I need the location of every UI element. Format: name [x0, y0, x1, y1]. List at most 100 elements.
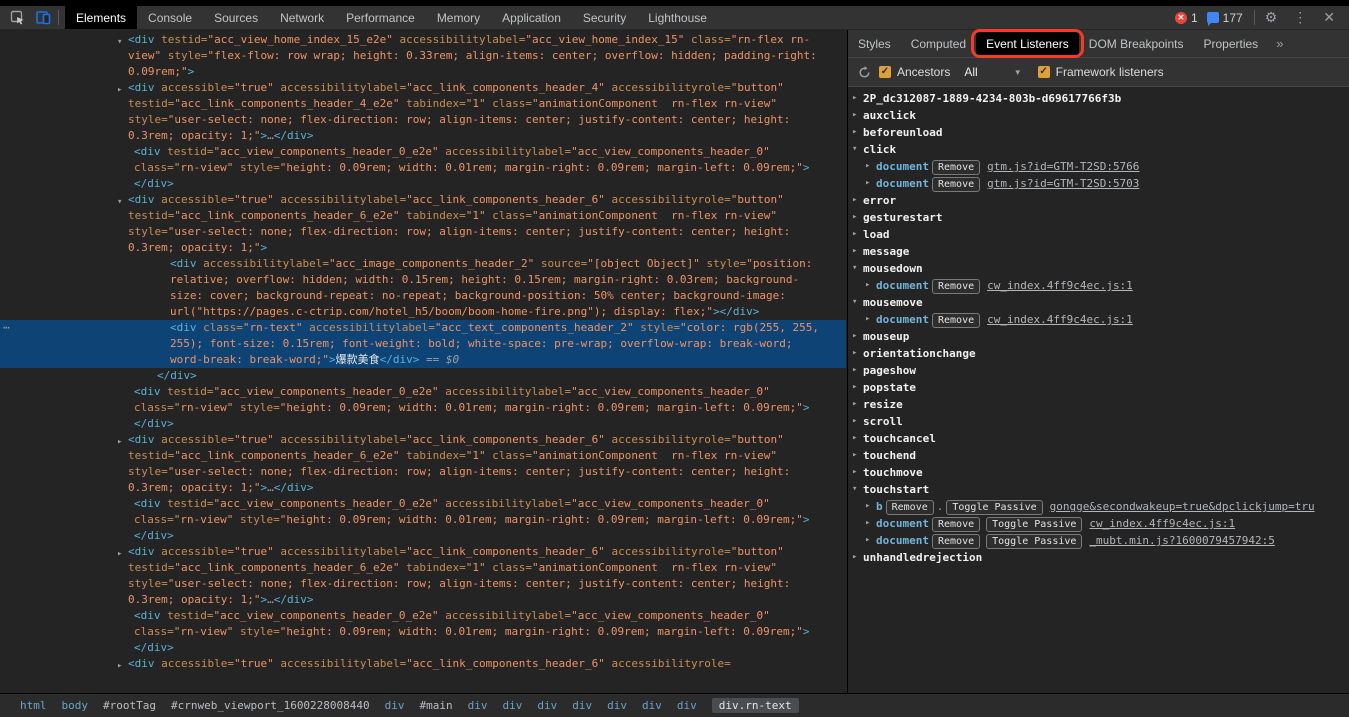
listener-handler[interactable]: ▸documentRemoveToggle Passivecw_index.4f… [848, 515, 1349, 532]
expand-arrow-icon[interactable]: ▸ [117, 82, 122, 98]
expand-arrow-icon[interactable]: ▸ [865, 311, 870, 328]
listener-event-beforeunload[interactable]: ▸beforeunload [848, 124, 1349, 141]
expand-arrow-icon[interactable]: ▸ [852, 379, 857, 396]
listener-event-2p-dc312087-1889-4234-803b-d69617766f3b[interactable]: ▸2P_dc312087-1889-4234-803b-d69617766f3b [848, 90, 1349, 107]
sidebar-tab-properties[interactable]: Properties [1193, 30, 1268, 57]
sidebar-tab-styles[interactable]: Styles [848, 30, 901, 57]
listener-handler[interactable]: ▸documentRemovegtm.js?id=GTM-T2SD:5703 [848, 175, 1349, 192]
dom-node[interactable]: </div> [0, 368, 846, 384]
expand-arrow-icon[interactable]: ▸ [852, 209, 857, 226]
dom-node[interactable]: ▸<div accessible="true" accessibilitylab… [0, 656, 846, 672]
expand-arrow-icon[interactable]: ▸ [852, 447, 857, 464]
settings-gear-icon[interactable]: ⚙ [1257, 9, 1286, 26]
breadcrumb-item[interactable]: div [468, 699, 488, 712]
dom-node[interactable]: <div testid="acc_view_components_header_… [0, 384, 846, 432]
collapse-arrow-icon[interactable]: ▾ [852, 141, 857, 158]
expand-arrow-icon[interactable]: ▸ [117, 658, 122, 674]
error-count-badge[interactable]: ✕ 1 [1175, 11, 1198, 25]
dom-node[interactable]: ▸<div accessible="true" accessibilitylab… [0, 432, 846, 496]
framework-listeners-checkbox[interactable]: ✓ [1038, 66, 1050, 78]
dom-node[interactable]: <div testid="acc_view_components_header_… [0, 144, 846, 192]
remove-button[interactable]: Remove [932, 279, 980, 294]
sidebar-tab-dom-breakpoints[interactable]: DOM Breakpoints [1079, 30, 1194, 57]
breadcrumb-item[interactable]: div [503, 699, 523, 712]
source-link[interactable]: gtm.js?id=GTM-T2SD:5703 [987, 177, 1139, 190]
listener-event-auxclick[interactable]: ▸auxclick [848, 107, 1349, 124]
expand-arrow-icon[interactable]: ▸ [852, 192, 857, 209]
tab-application[interactable]: Application [491, 6, 572, 29]
source-link[interactable]: cw_index.4ff9c4ec.js:1 [987, 279, 1133, 292]
expand-arrow-icon[interactable]: ▸ [865, 532, 870, 549]
dom-node[interactable]: ▸<div accessible="true" accessibilitylab… [0, 544, 846, 608]
dom-node[interactable]: <div accessibilitylabel="acc_image_compo… [0, 256, 846, 320]
expand-arrow-icon[interactable]: ▸ [852, 430, 857, 447]
listener-handler[interactable]: ▸bRemove.Toggle Passivegongge&secondwake… [848, 498, 1349, 515]
remove-button[interactable]: Remove [886, 500, 934, 515]
remove-button[interactable]: Remove [932, 313, 980, 328]
listener-event-click[interactable]: ▾click [848, 141, 1349, 158]
expand-arrow-icon[interactable]: ▸ [852, 90, 857, 107]
listener-event-load[interactable]: ▸load [848, 226, 1349, 243]
breadcrumb-item[interactable]: div [385, 699, 405, 712]
expand-arrow-icon[interactable]: ▸ [852, 396, 857, 413]
source-link[interactable]: _mubt.min.js?1600079457942:5 [1089, 534, 1274, 547]
breadcrumb-item[interactable]: div [642, 699, 662, 712]
collapse-arrow-icon[interactable]: ▾ [852, 294, 857, 311]
expand-arrow-icon[interactable]: ▸ [852, 124, 857, 141]
expand-arrow-icon[interactable]: ▸ [852, 107, 857, 124]
breadcrumb-item[interactable]: div [607, 699, 627, 712]
remove-button[interactable]: Remove [932, 160, 980, 175]
dom-node[interactable]: ▾<div testid="acc_view_home_index_15_e2e… [0, 32, 846, 80]
remove-button[interactable]: Remove [932, 534, 980, 549]
expand-arrow-icon[interactable]: ▸ [852, 549, 857, 566]
collapse-arrow-icon[interactable]: ▾ [852, 260, 857, 277]
tab-elements[interactable]: Elements [65, 6, 137, 29]
breadcrumb-item[interactable]: #main [420, 699, 453, 712]
message-count-badge[interactable]: 177 [1207, 11, 1243, 25]
tab-security[interactable]: Security [572, 6, 637, 29]
dom-node[interactable]: <div testid="acc_view_components_header_… [0, 496, 846, 544]
expand-arrow-icon[interactable]: ▸ [865, 515, 870, 532]
breadcrumb-item[interactable]: div [677, 699, 697, 712]
remove-button[interactable]: Remove [932, 177, 980, 192]
tab-performance[interactable]: Performance [335, 6, 426, 29]
listener-event-error[interactable]: ▸error [848, 192, 1349, 209]
ancestors-checkbox[interactable]: ✓ [879, 66, 891, 78]
listener-event-unhandledrejection[interactable]: ▸unhandledrejection [848, 549, 1349, 566]
expand-arrow-icon[interactable]: ▸ [852, 362, 857, 379]
listener-event-mouseup[interactable]: ▸mouseup [848, 328, 1349, 345]
listener-event-orientationchange[interactable]: ▸orientationchange [848, 345, 1349, 362]
breadcrumb-item[interactable]: #rootTag [103, 699, 156, 712]
inspect-element-icon[interactable] [4, 7, 30, 29]
listener-event-pageshow[interactable]: ▸pageshow [848, 362, 1349, 379]
source-link[interactable]: cw_index.4ff9c4ec.js:1 [1089, 517, 1235, 530]
source-link[interactable]: gtm.js?id=GTM-T2SD:5766 [987, 160, 1139, 173]
tab-sources[interactable]: Sources [203, 6, 269, 29]
source-link[interactable]: cw_index.4ff9c4ec.js:1 [987, 313, 1133, 326]
listener-event-message[interactable]: ▸message [848, 243, 1349, 260]
listener-event-mousedown[interactable]: ▾mousedown [848, 260, 1349, 277]
expand-arrow-icon[interactable]: ▸ [852, 345, 857, 362]
breadcrumb-item[interactable]: body [62, 699, 89, 712]
listener-event-touchend[interactable]: ▸touchend [848, 447, 1349, 464]
refresh-icon[interactable] [858, 66, 871, 79]
listener-event-popstate[interactable]: ▸popstate [848, 379, 1349, 396]
sidebar-tab-event-listeners[interactable]: Event Listeners [976, 30, 1079, 57]
listener-event-touchstart[interactable]: ▾touchstart [848, 481, 1349, 498]
dom-node[interactable]: ▾<div accessible="true" accessibilitylab… [0, 192, 846, 256]
breadcrumb-item[interactable]: html [20, 699, 47, 712]
dom-node-selected[interactable]: ⋯<div class="rn-text" accessibilitylabel… [0, 320, 846, 368]
more-tabs-icon[interactable]: » [1268, 30, 1291, 57]
tab-memory[interactable]: Memory [426, 6, 491, 29]
toggle-passive-button[interactable]: Toggle Passive [986, 534, 1082, 549]
expand-arrow-icon[interactable]: ▸ [865, 158, 870, 175]
listener-handler[interactable]: ▸documentRemovegtm.js?id=GTM-T2SD:5766 [848, 158, 1349, 175]
listener-handler[interactable]: ▸documentRemovecw_index.4ff9c4ec.js:1 [848, 311, 1349, 328]
device-toolbar-icon[interactable] [30, 7, 56, 29]
expand-arrow-icon[interactable]: ▸ [852, 328, 857, 345]
listener-event-scroll[interactable]: ▸scroll [848, 413, 1349, 430]
node-overflow-dots-icon[interactable]: ⋯ [3, 320, 11, 336]
close-icon[interactable]: ✕ [1315, 9, 1343, 26]
tab-network[interactable]: Network [269, 6, 335, 29]
listener-event-resize[interactable]: ▸resize [848, 396, 1349, 413]
